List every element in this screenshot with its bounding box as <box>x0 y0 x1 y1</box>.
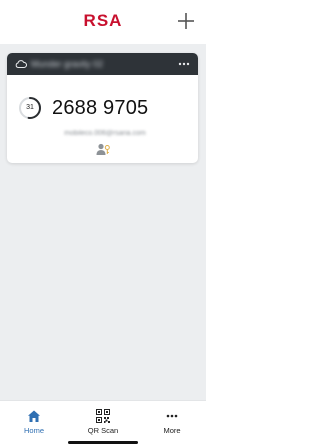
home-indicator <box>68 441 138 444</box>
token-name: Munder gravity 02 <box>31 59 104 69</box>
add-token-button[interactable] <box>176 11 196 31</box>
kebab-menu-icon <box>178 62 190 66</box>
tab-more[interactable]: More <box>138 401 206 441</box>
token-card-header: Munder gravity 02 <box>7 53 198 75</box>
tab-home-label: Home <box>23 426 44 435</box>
top-bar: RSA <box>0 0 206 44</box>
more-dots-icon <box>165 409 179 423</box>
account-email: mobileco.006@rsaria.com <box>64 130 146 137</box>
app-root: RSA Munder gravity 02 31 2688 9705 mobil… <box>0 0 206 448</box>
rsa-logo: RSA <box>83 11 123 30</box>
countdown-seconds: 31 <box>26 104 34 111</box>
token-menu-button[interactable] <box>177 60 191 68</box>
tab-more-label: More <box>163 426 181 435</box>
cloud-icon <box>15 59 27 69</box>
home-icon <box>27 409 41 423</box>
tab-qr-scan-label: QR Scan <box>87 426 119 435</box>
qr-code-icon <box>96 409 110 423</box>
plus-icon <box>178 13 194 29</box>
tab-home[interactable]: Home <box>0 401 68 441</box>
user-key-icon <box>96 143 111 155</box>
tab-qr-scan[interactable]: QR Scan <box>69 401 137 441</box>
passcode[interactable]: 2688 9705 <box>52 95 162 121</box>
